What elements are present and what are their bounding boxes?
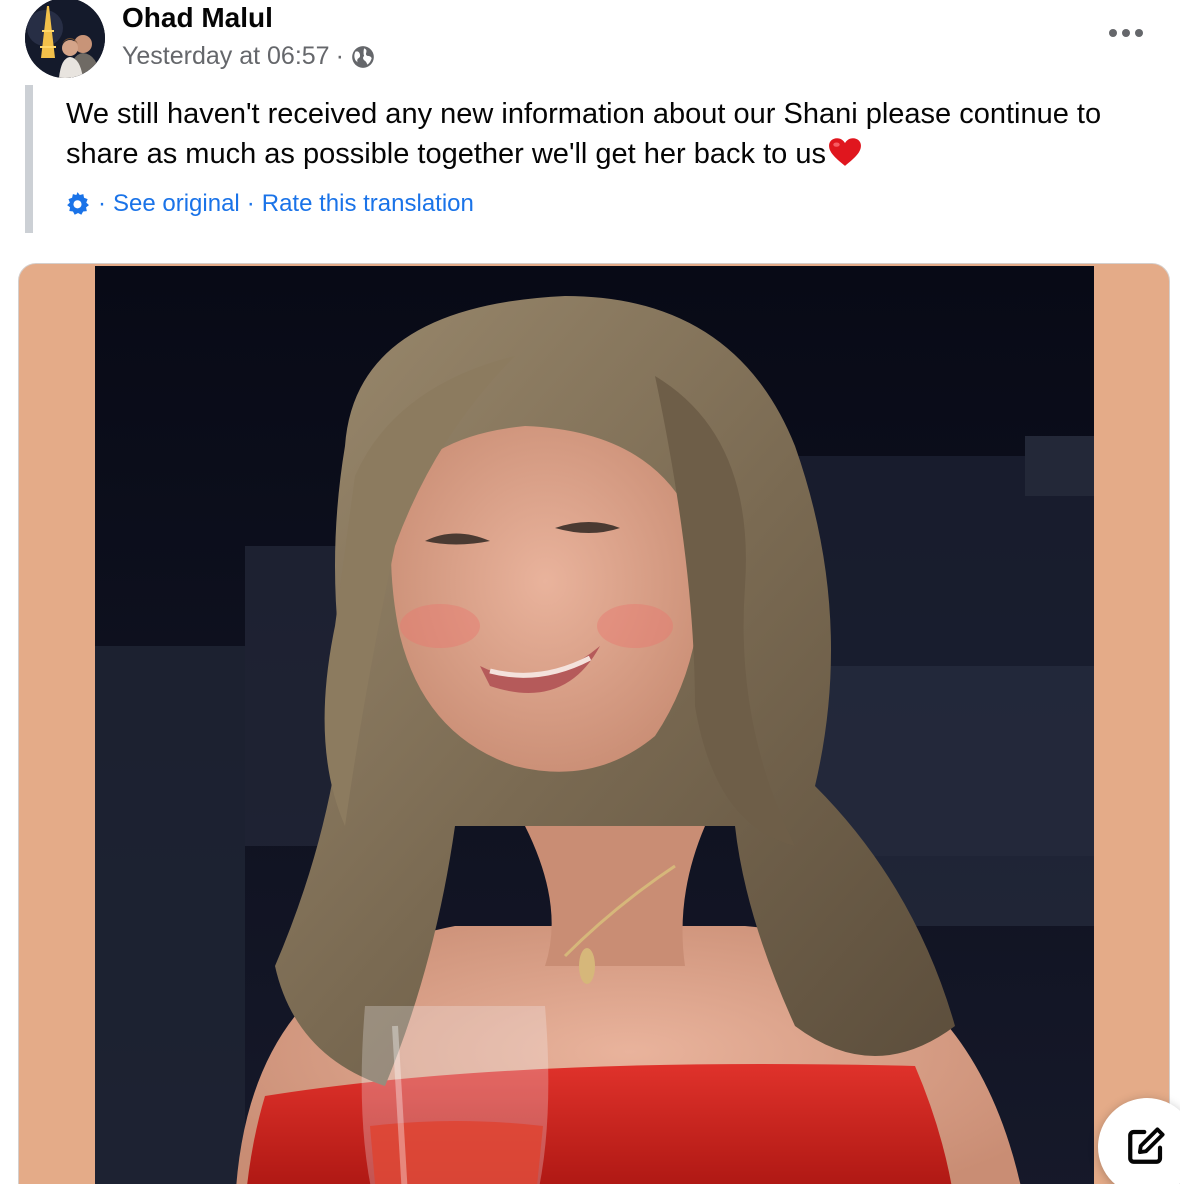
photo-woman-red-top <box>95 266 1094 1184</box>
rate-translation-link[interactable]: Rate this translation <box>262 190 474 218</box>
meta-separator: · <box>335 42 344 70</box>
more-options-icon[interactable] <box>1104 18 1148 48</box>
gear-icon[interactable] <box>64 191 91 218</box>
post-meta: Yesterday at 06:57 · <box>122 42 376 71</box>
translation-quote-bar <box>25 85 33 233</box>
translation-separator: · <box>98 190 106 217</box>
post-text: We still haven't received any new inform… <box>66 94 1156 174</box>
globe-icon[interactable] <box>350 44 376 70</box>
post-text-content: We still haven't received any new inform… <box>66 98 1102 170</box>
translation-separator: · <box>246 190 255 217</box>
avatar-eiffel-photo <box>25 0 105 78</box>
see-original-link[interactable]: See original <box>113 190 240 218</box>
post-photo[interactable] <box>95 266 1094 1184</box>
facebook-post: Ohad Malul Yesterday at 06:57 · We still… <box>0 0 1180 1184</box>
author-avatar[interactable] <box>25 0 105 78</box>
translation-bar: · See original · Rate this translation <box>64 190 474 218</box>
edit-icon <box>1128 1127 1165 1164</box>
author-name[interactable]: Ohad Malul <box>122 2 273 34</box>
heart-emoji-icon <box>828 137 862 167</box>
post-timestamp[interactable]: Yesterday at 06:57 <box>122 42 330 71</box>
post-photo-frame[interactable] <box>18 263 1170 1184</box>
